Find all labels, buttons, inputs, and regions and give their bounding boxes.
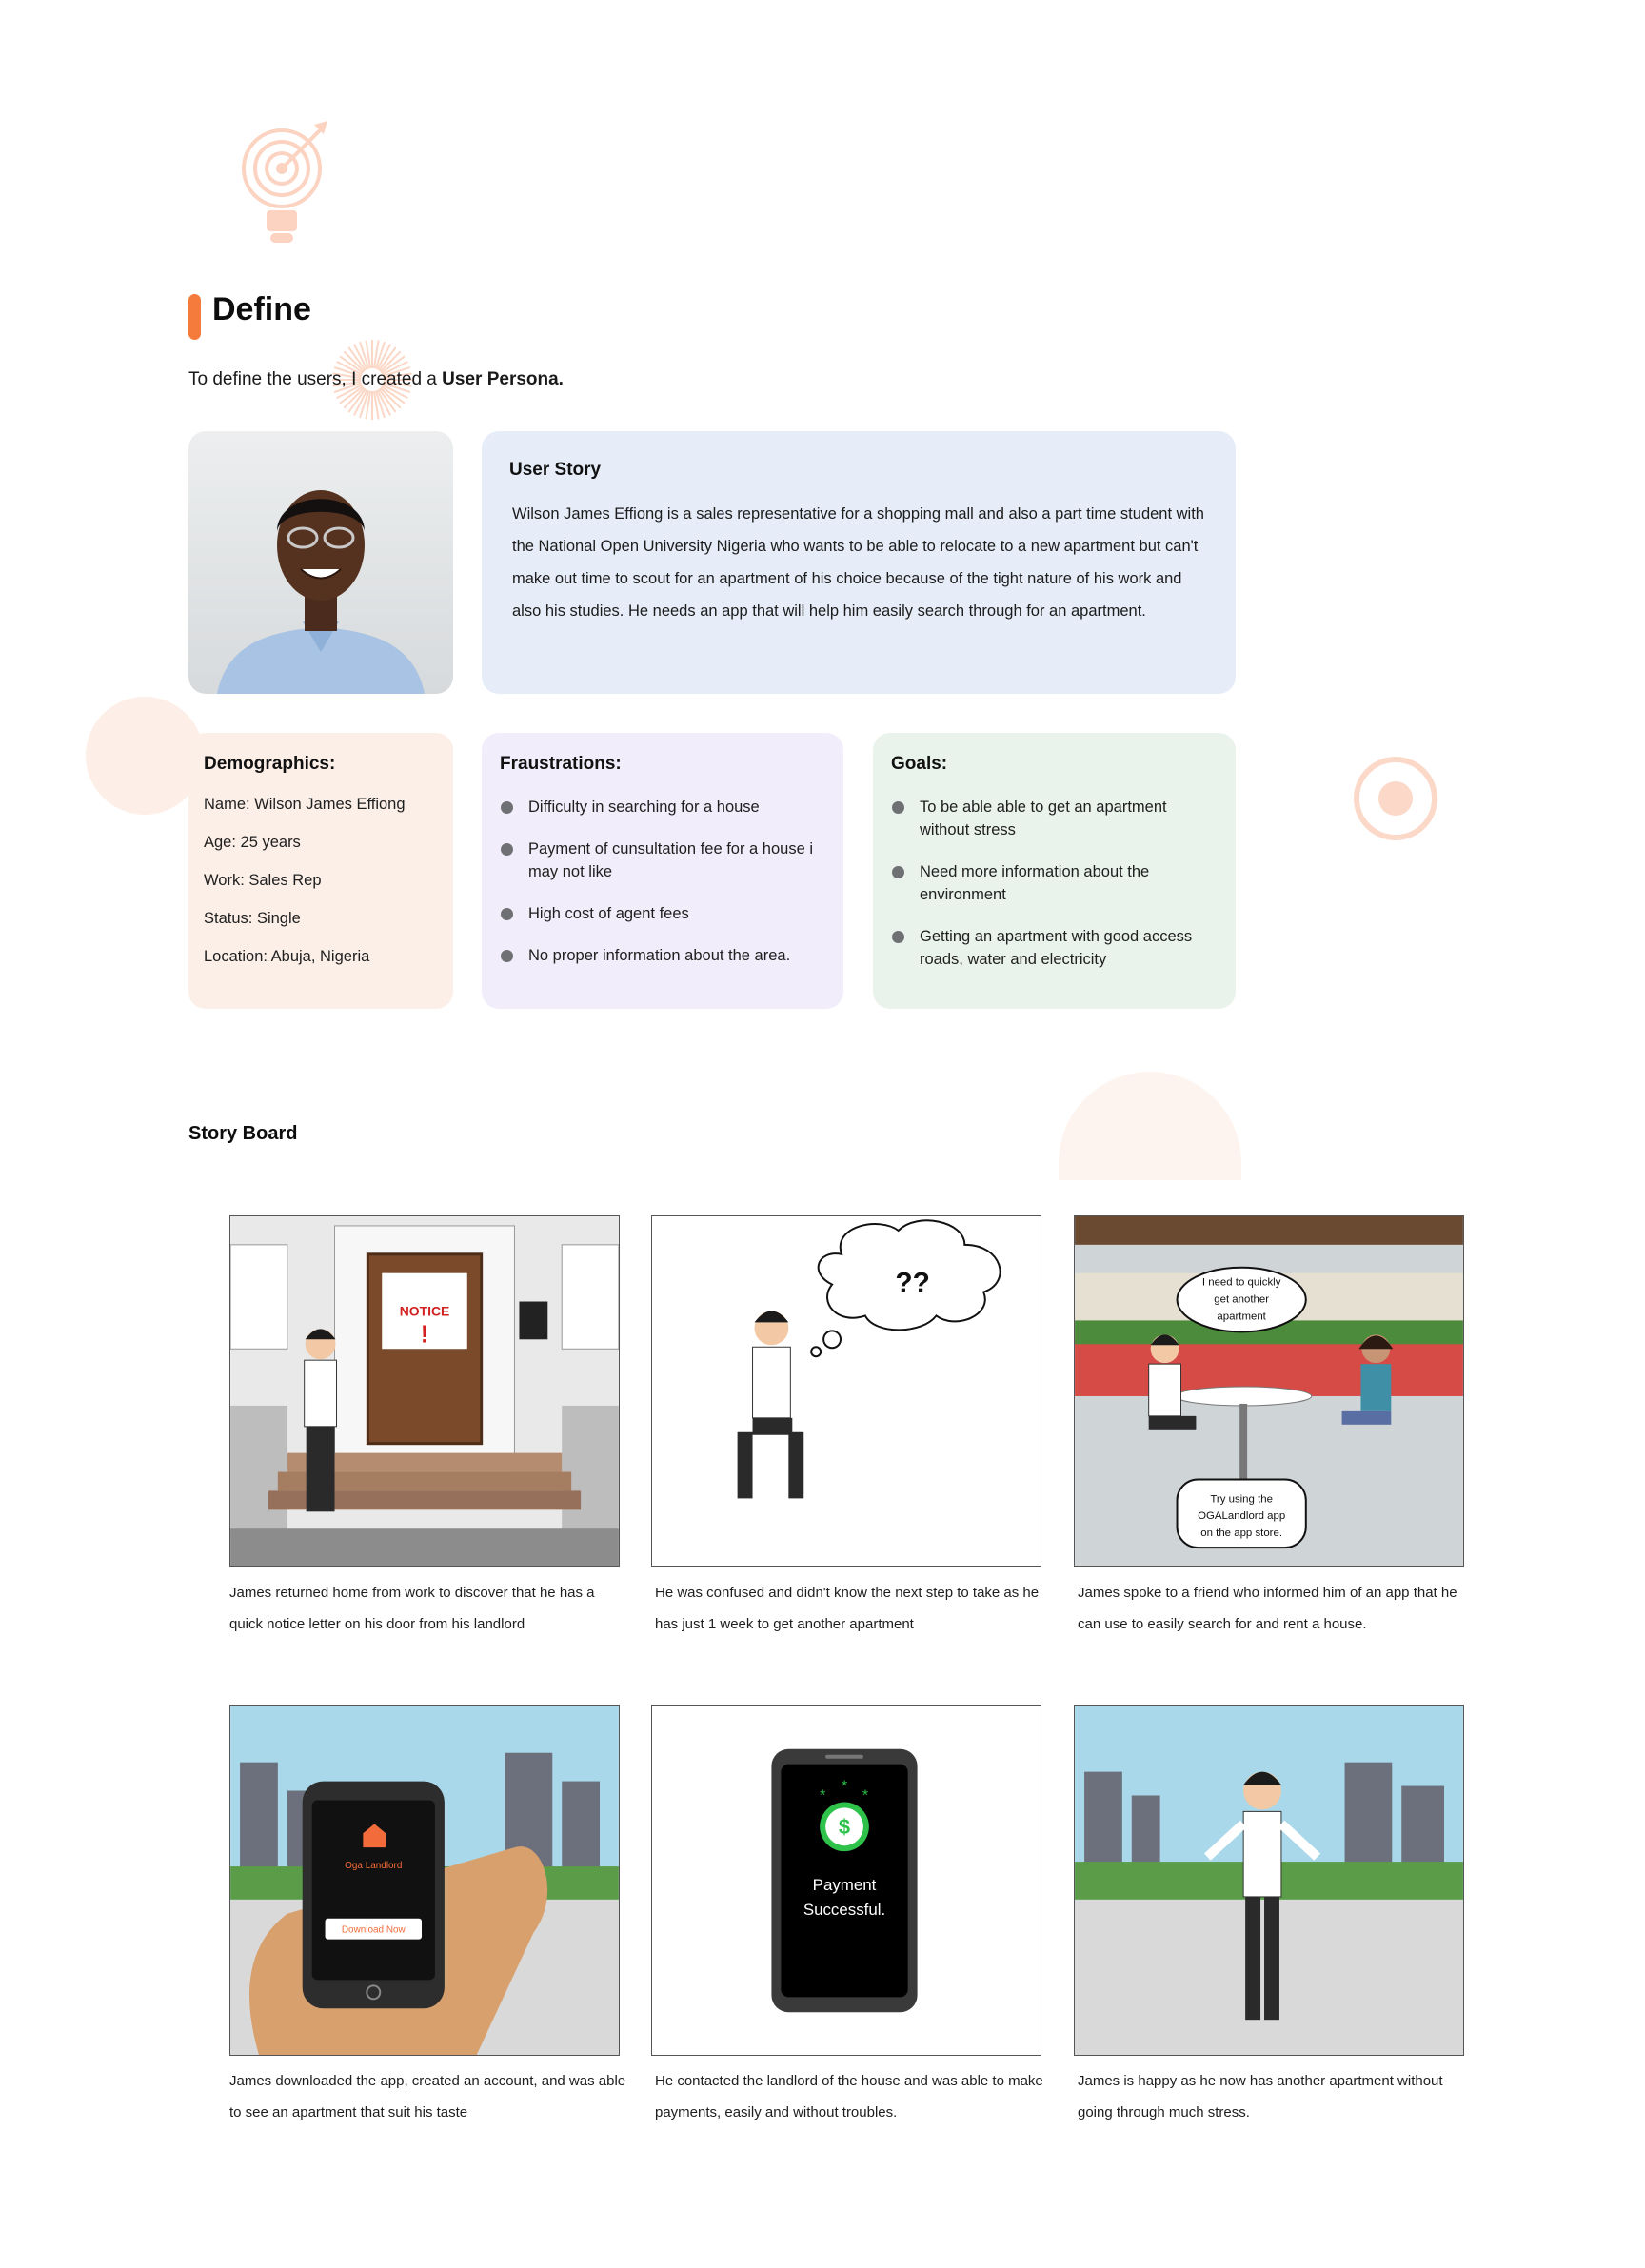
svg-text:*: *: [820, 1787, 825, 1804]
storyboard-panel-2: ??: [651, 1215, 1041, 1567]
demographics-line: Name: Wilson James Effiong: [204, 796, 406, 813]
storyboard-panel-5: * * * $ Payment Successful.: [651, 1705, 1041, 2056]
decorative-circle: [86, 697, 204, 815]
intro-prefix: To define the users, I created a: [188, 369, 443, 389]
storyboard-panel-3: I need to quickly get another apartment Tr…: [1074, 1215, 1464, 1567]
decorative-ring: [1354, 757, 1437, 840]
storyboard-caption: James returned home from work to discove…: [229, 1585, 595, 1632]
goal-item: Need more information about the environm…: [891, 860, 1218, 906]
user-story-body: Wilson James Effiong is a sales represen…: [512, 505, 1204, 620]
dollar-symbol: $: [839, 1815, 850, 1839]
intro-text: To define the users, I created a User Pe…: [188, 369, 564, 390]
thought-text: ??: [895, 1268, 929, 1299]
demographics-line: Age: 25 years: [204, 834, 301, 851]
notice-mark: !: [421, 1321, 429, 1348]
goal-item: To be able able to get an apartment with…: [891, 796, 1218, 841]
goals-heading: Goals:: [891, 754, 948, 774]
goal-item: Getting an apartment with good access ro…: [891, 925, 1218, 971]
bubble-2-line: on the app store.: [1200, 1528, 1282, 1539]
bubble-1-line: I need to quickly: [1202, 1277, 1281, 1289]
target-bulb-icon: [238, 119, 333, 252]
bubble-2-line: Try using the: [1210, 1493, 1273, 1505]
frustrations-card: Fraustrations: Difficulty in searching f…: [482, 733, 843, 1009]
demographics-line: Location: Abuja, Nigeria: [204, 948, 370, 965]
svg-text:*: *: [842, 1779, 847, 1795]
storyboard-caption: James downloaded the app, created an acc…: [229, 2073, 626, 2120]
svg-text:Try using theOGALandlord appon: Try using the OGALandlord app on the app s…: [1198, 1493, 1285, 1539]
section-title: Define: [212, 291, 311, 327]
storyboard-caption: He contacted the landlord of the house a…: [655, 2073, 1043, 2120]
frustration-item: Difficulty in searching for a house: [500, 796, 825, 818]
demographics-card: Demographics: Name: Wilson James Effiong…: [188, 733, 453, 1009]
demographics-line: Work: Sales Rep: [204, 872, 322, 889]
intro-bold: User Persona.: [442, 369, 564, 389]
demographics-line: Status: Single: [204, 910, 301, 927]
app-name: Oga Landlord: [345, 1861, 402, 1871]
demographics-heading: Demographics:: [204, 754, 336, 774]
persona-photo: [188, 431, 453, 694]
storyboard-title: Story Board: [188, 1123, 298, 1144]
bubble-1-line: get another: [1214, 1294, 1269, 1306]
payment-status-line: Payment: [813, 1876, 877, 1894]
frustrations-heading: Fraustrations:: [500, 754, 622, 774]
storyboard-panel-4: Oga Landlord Download Now: [229, 1705, 620, 2056]
storyboard-caption: James is happy as he now has another apa…: [1078, 2073, 1443, 2120]
storyboard-panel-1: NOTICE !: [229, 1215, 620, 1567]
frustration-item: High cost of agent fees: [500, 902, 825, 925]
storyboard-caption: James spoke to a friend who informed him…: [1078, 1585, 1457, 1632]
storyboard-caption: He was confused and didn't know the next…: [655, 1585, 1040, 1632]
frustration-item: Payment of cunsultation fee for a house …: [500, 838, 825, 883]
user-story-card: User Story Wilson James Effiong is a sal…: [482, 431, 1236, 694]
bubble-1-line: apartment: [1217, 1311, 1266, 1322]
payment-status-line: Successful.: [803, 1901, 885, 1919]
user-story-heading: User Story: [509, 460, 602, 480]
decorative-half-circle: [1059, 1072, 1241, 1180]
bubble-2-line: OGALandlord app: [1198, 1510, 1285, 1522]
svg-text:*: *: [862, 1787, 868, 1804]
section-accent-bar: [188, 294, 201, 340]
storyboard-panel-6: [1074, 1705, 1464, 2056]
download-now-label: Download Now: [342, 1925, 406, 1936]
goals-card: Goals: To be able able to get an apartme…: [873, 733, 1236, 1009]
notice-text: NOTICE: [400, 1303, 450, 1318]
frustration-item: No proper information about the area.: [500, 944, 825, 967]
